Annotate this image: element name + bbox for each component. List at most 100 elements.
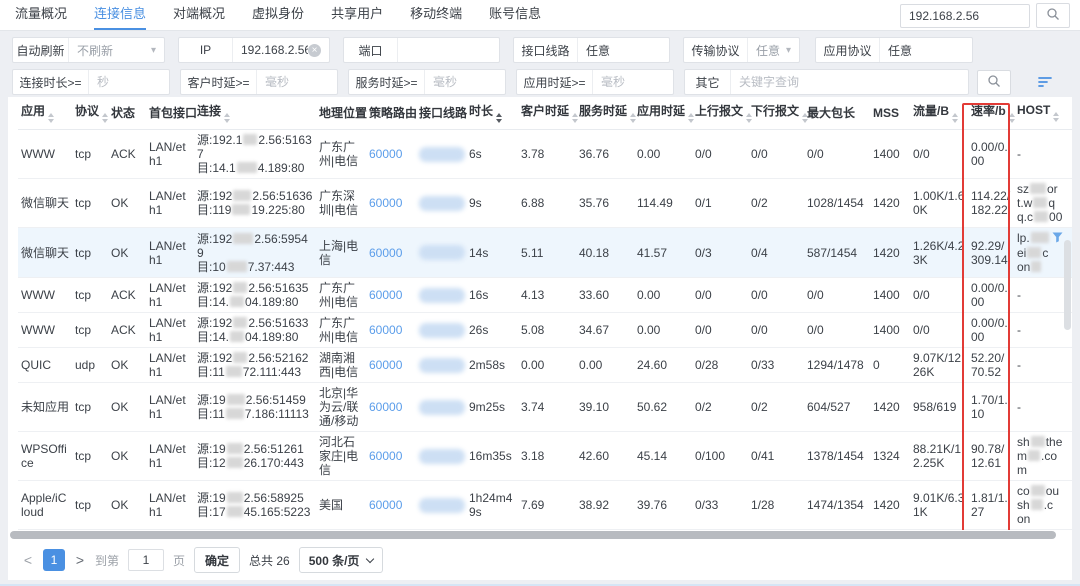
redacted-blur xyxy=(233,352,247,363)
route-link[interactable]: 60000 xyxy=(369,449,402,463)
table-row[interactable]: WPSOfficetcpOKLAN/eth1源:192.56:51261目:12… xyxy=(18,432,1072,481)
filter-input[interactable] xyxy=(601,75,665,89)
table-row[interactable]: WWWtcpACKLAN/eth1源:192.12.56:51637目:14.1… xyxy=(18,130,1072,179)
column-header-a_delay[interactable]: 应用时延 xyxy=(634,97,692,130)
filter-group-2: 客户时延>= xyxy=(180,69,338,95)
redacted-blur xyxy=(233,282,247,293)
filter-input[interactable] xyxy=(888,43,964,57)
column-header-up[interactable]: 上行报文 xyxy=(692,97,748,130)
page-size-select[interactable]: 500 条/页 xyxy=(299,547,384,573)
route-link[interactable]: 60000 xyxy=(369,498,402,512)
filter-row-1: 自动刷新不刷新▾IP×端口接口线路传输协议任意▾应用协议 xyxy=(12,37,1080,63)
sort-up-arrow xyxy=(224,113,230,117)
filter-value xyxy=(578,38,669,62)
sort-up-arrow xyxy=(688,113,694,117)
goto-page-input[interactable] xyxy=(128,549,164,571)
clear-icon[interactable]: × xyxy=(308,44,321,57)
tab-2[interactable]: 连接信息 xyxy=(94,0,146,30)
column-header-host[interactable]: HOST xyxy=(1014,97,1072,130)
column-header-traffic[interactable]: 流量/B xyxy=(910,97,968,130)
filter-label: 其它 xyxy=(685,70,731,94)
table-row[interactable]: WWWtcpACKLAN/eth1源:1922.56:51633目:14.04.… xyxy=(18,313,1072,348)
table-row[interactable]: WWWtcpACKLAN/eth1源:1922.56:51635目:14.04.… xyxy=(18,278,1072,313)
text-fragment: 源:19 xyxy=(197,491,226,505)
conn-dest: 目:117.186:11113 xyxy=(197,407,313,421)
text-fragment: .c xyxy=(1044,498,1053,512)
tab-4[interactable]: 虚拟身份 xyxy=(252,0,304,30)
text-fragment: 目:10 xyxy=(197,260,226,274)
column-header-rate[interactable]: 速率/b xyxy=(968,97,1014,130)
horizontal-scrollbar[interactable] xyxy=(10,531,1056,539)
sort-icon xyxy=(1053,112,1059,122)
caret-down-icon: ▾ xyxy=(151,45,156,56)
cell-up: 0/33 xyxy=(692,481,748,530)
table-row[interactable]: Apple/iCloudtcpOKLAN/eth1源:192.56:58925目… xyxy=(18,481,1072,530)
tab-1[interactable]: 流量概况 xyxy=(15,0,67,30)
filter-select[interactable]: 不刷新 xyxy=(77,42,147,59)
cell-host: cooush.con xyxy=(1014,481,1072,530)
filter-input[interactable] xyxy=(97,75,161,89)
conn-dest: 目:14.14.189:80 xyxy=(197,161,313,175)
cell-c_delay: 3.74 xyxy=(518,383,576,432)
column-header-c_delay[interactable]: 客户时延 xyxy=(518,97,576,130)
redacted-interface-lane xyxy=(419,196,465,211)
cell-geo: 广东深圳|电信 xyxy=(316,179,366,228)
route-link[interactable]: 60000 xyxy=(369,246,402,260)
horizontal-scrollbar-track xyxy=(8,530,1072,540)
route-link[interactable]: 60000 xyxy=(369,400,402,414)
confirm-page-button[interactable]: 确定 xyxy=(194,547,240,573)
table-row[interactable]: QUICudpOKLAN/eth1源:1922.56:52162目:1172.1… xyxy=(18,348,1072,383)
next-page-button[interactable]: > xyxy=(74,552,86,568)
filter-panel: 自动刷新不刷新▾IP×端口接口线路传输协议任意▾应用协议 连接时长>=客户时延>… xyxy=(0,31,1080,97)
redacted-blur xyxy=(233,317,247,328)
global-search-button[interactable] xyxy=(1036,3,1070,28)
table-row[interactable]: 微信聊天tcpOKLAN/eth1源:1922.56:59549目:107.37… xyxy=(18,228,1072,278)
global-search-input[interactable] xyxy=(900,4,1030,28)
column-header-dur[interactable]: 时长 xyxy=(466,97,518,130)
cell-c_delay: 4.13 xyxy=(518,278,576,313)
route-link[interactable]: 60000 xyxy=(369,147,402,161)
redacted-blur xyxy=(226,408,244,419)
route-link[interactable]: 60000 xyxy=(369,358,402,372)
route-link[interactable]: 60000 xyxy=(369,323,402,337)
sort-filter-icon[interactable] xyxy=(1037,75,1053,89)
funnel-icon[interactable] xyxy=(1052,232,1063,246)
filter-search-button[interactable] xyxy=(977,70,1011,95)
filter-input[interactable] xyxy=(241,43,308,57)
filter-input[interactable] xyxy=(406,43,491,57)
current-page-button[interactable]: 1 xyxy=(43,549,65,571)
filter-input[interactable] xyxy=(433,75,497,89)
filter-input[interactable] xyxy=(586,43,661,57)
filter-select[interactable]: 任意 xyxy=(756,42,782,59)
redacted-interface-lane xyxy=(419,358,465,373)
route-link[interactable]: 60000 xyxy=(369,288,402,302)
tab-3[interactable]: 对端概况 xyxy=(173,0,225,30)
filter-input[interactable] xyxy=(739,75,960,89)
column-header-conn[interactable]: 连接 xyxy=(194,97,316,130)
column-header-down[interactable]: 下行报文 xyxy=(748,97,804,130)
text-fragment: co xyxy=(1017,484,1030,498)
filter-group-3: 服务时延>= xyxy=(348,69,506,95)
host-line: coou xyxy=(1017,484,1072,498)
table-row[interactable]: 未知应用tcpOKLAN/eth1源:192.56:51459目:117.186… xyxy=(18,383,1072,432)
column-header-s_delay[interactable]: 服务时延 xyxy=(576,97,634,130)
cell-state: OK xyxy=(108,432,146,481)
conn-dest: 目:14.04.189:80 xyxy=(197,330,313,344)
cell-iface: LAN/eth1 xyxy=(146,130,194,179)
filter-input[interactable] xyxy=(265,75,329,89)
vertical-scrollbar[interactable] xyxy=(1064,240,1071,330)
column-header-proto[interactable]: 协议 xyxy=(72,97,108,130)
column-header-lane: 接口线路 xyxy=(416,97,466,130)
tab-5[interactable]: 共享用户 xyxy=(331,0,383,30)
host-line: szor xyxy=(1017,182,1072,196)
cell-maxlen: 0/0 xyxy=(804,278,870,313)
prev-page-button[interactable]: < xyxy=(22,552,34,568)
table-row[interactable]: 微信聊天tcpOKLAN/eth1源:1922.56:51636目:11919.… xyxy=(18,179,1072,228)
route-link[interactable]: 60000 xyxy=(369,196,402,210)
tab-6[interactable]: 移动终端 xyxy=(410,0,462,30)
text-fragment: 目:11 xyxy=(197,407,225,421)
top-tab-bar: 流量概况连接信息对端概况虚拟身份共享用户移动终端账号信息 xyxy=(0,0,1080,31)
tab-7[interactable]: 账号信息 xyxy=(489,0,541,30)
column-header-app[interactable]: 应用 xyxy=(18,97,72,130)
cell-maxlen: 0/0 xyxy=(804,130,870,179)
